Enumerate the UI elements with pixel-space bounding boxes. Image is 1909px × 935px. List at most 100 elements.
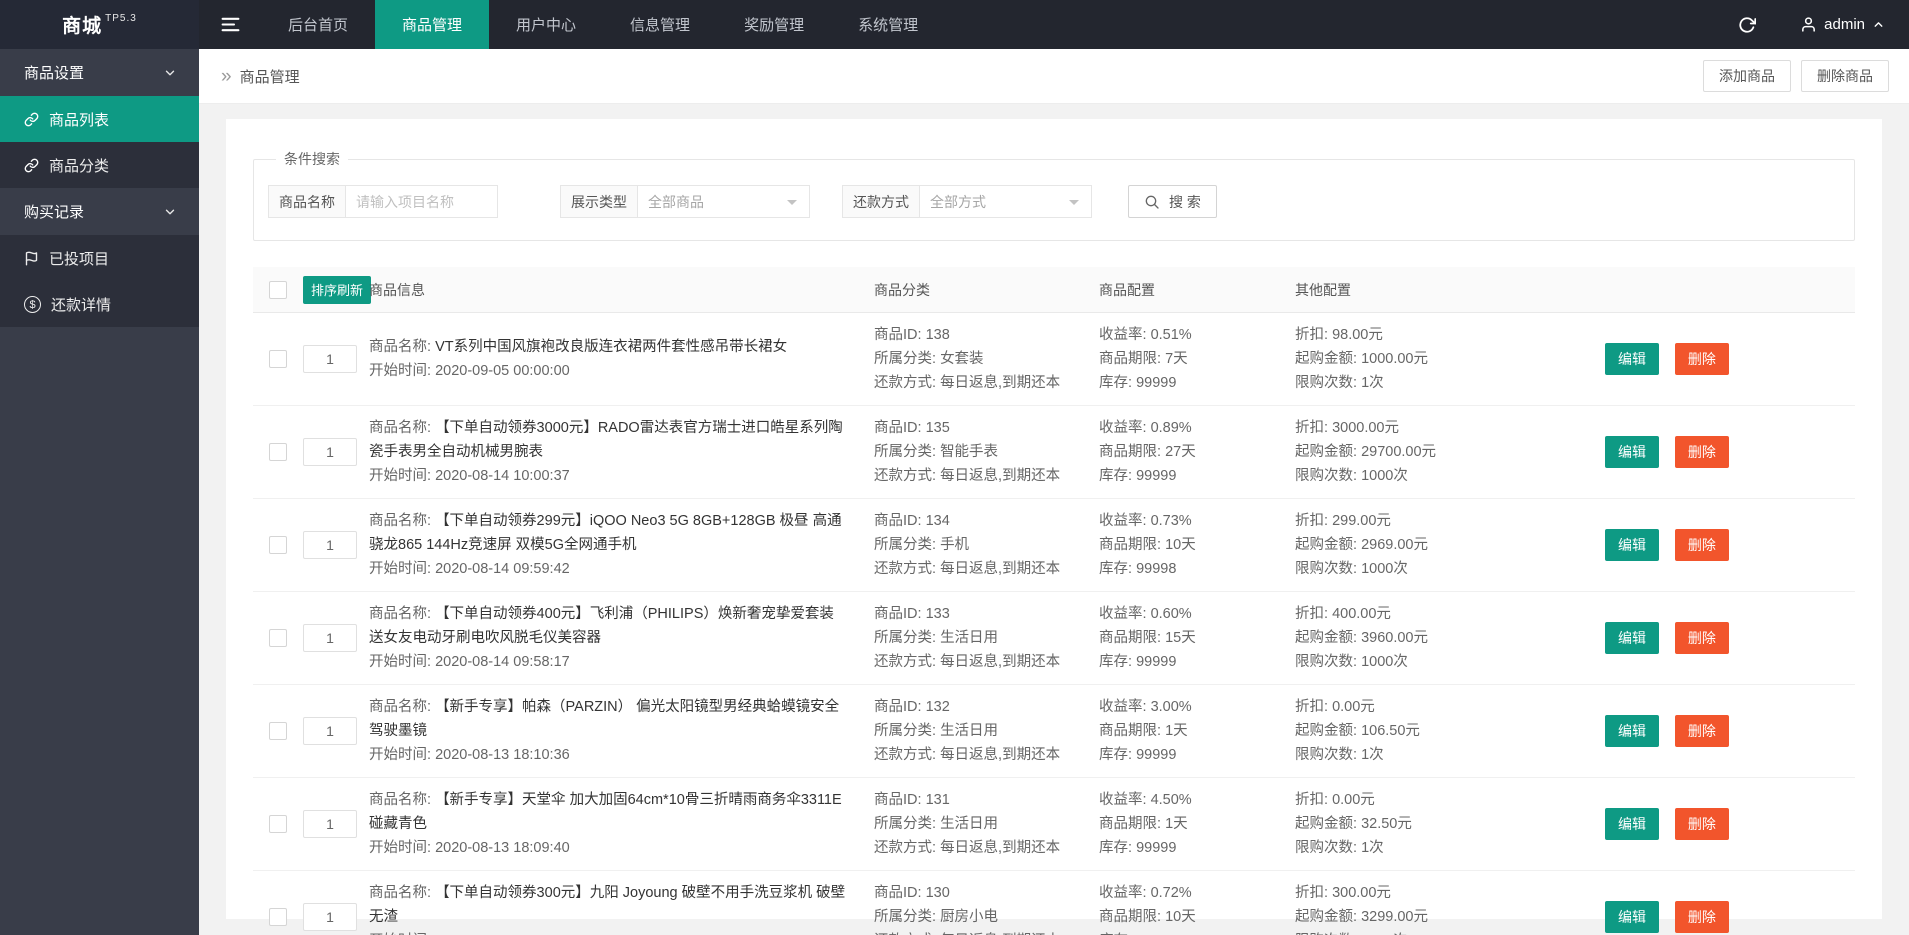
app-logo-title: 商城 <box>62 11 102 38</box>
delete-button[interactable]: 删除 <box>1675 343 1729 375</box>
search-legend: 条件搜索 <box>276 149 348 169</box>
table-row: 商品名称: VT系列中国风旗袍改良版连衣裙两件套性感吊带长裙女 开始时间: 20… <box>253 313 1855 406</box>
product-table: 排序刷新 商品信息 商品分类 商品配置 其他配置 商品名称: VT系列中国风旗袍… <box>253 267 1855 935</box>
display-type-label: 展示类型 <box>560 185 638 218</box>
app-logo: 商城 TP5.3 <box>0 0 199 49</box>
sidebar-group-header[interactable]: 商品设置 <box>0 49 199 96</box>
sort-order-input[interactable] <box>303 903 357 931</box>
sort-order-input[interactable] <box>303 345 357 373</box>
column-header-other: 其他配置 <box>1295 280 1605 300</box>
sidebar-item-label: 还款详情 <box>51 294 111 315</box>
column-header-config: 商品配置 <box>1099 280 1295 300</box>
product-name-group: 商品名称 <box>268 185 498 218</box>
row-checkbox[interactable] <box>269 536 287 554</box>
chevron-down-icon <box>163 66 177 80</box>
sidebar-item-label: 商品列表 <box>49 109 109 130</box>
repay-type-value: 全部方式 <box>930 192 986 212</box>
content-card: 条件搜索 商品名称 展示类型 全部商品 <box>226 119 1882 919</box>
edit-button[interactable]: 编辑 <box>1605 808 1659 840</box>
sidebar-group-header[interactable]: 购买记录 <box>0 188 199 235</box>
edit-button[interactable]: 编辑 <box>1605 715 1659 747</box>
flag-icon <box>24 251 39 266</box>
row-checkbox[interactable] <box>269 722 287 740</box>
breadcrumb-caret-icon: » <box>221 67 232 86</box>
sidebar: 商品设置商品列表商品分类购买记录已投项目 $ 还款详情 <box>0 49 199 935</box>
breadcrumb: 商品管理 <box>240 66 300 87</box>
display-type-group: 展示类型 全部商品 <box>560 185 810 218</box>
nav-tab[interactable]: 信息管理 <box>603 0 717 49</box>
display-type-select[interactable]: 全部商品 <box>638 185 810 218</box>
search-icon <box>1144 194 1160 210</box>
admin-app: 商城 TP5.3 后台首页商品管理用户中心信息管理奖励管理系统管理 admin … <box>0 0 1909 935</box>
sidebar-item[interactable]: 商品分类 <box>0 142 199 188</box>
edit-button[interactable]: 编辑 <box>1605 529 1659 561</box>
table-row: 商品名称: 【新手专享】天堂伞 加大加固64cm*10骨三折晴雨商务伞3311E… <box>253 778 1855 871</box>
nav-tab[interactable]: 用户中心 <box>489 0 603 49</box>
topbar-right: admin <box>1718 0 1909 49</box>
refresh-icon <box>1738 16 1756 34</box>
link-icon <box>24 158 39 173</box>
repay-type-group: 还款方式 全部方式 <box>842 185 1092 218</box>
edit-button[interactable]: 编辑 <box>1605 436 1659 468</box>
sort-order-input[interactable] <box>303 810 357 838</box>
sort-order-input[interactable] <box>303 624 357 652</box>
sidebar-item-label: 已投项目 <box>49 248 109 269</box>
sidebar-item[interactable]: 商品列表 <box>0 96 199 142</box>
dollar-circle-icon: $ <box>24 295 41 314</box>
sort-order-input[interactable] <box>303 717 357 745</box>
nav-tab[interactable]: 后台首页 <box>261 0 375 49</box>
sidebar-toggle-button[interactable] <box>199 0 261 49</box>
sidebar-item-label: 商品分类 <box>49 155 109 176</box>
breadcrumb-actions: 添加商品 删除商品 <box>1703 60 1889 92</box>
edit-button[interactable]: 编辑 <box>1605 622 1659 654</box>
chevron-down-icon <box>1069 200 1079 210</box>
row-checkbox[interactable] <box>269 629 287 647</box>
delete-button[interactable]: 删除 <box>1675 901 1729 933</box>
nav-tab[interactable]: 商品管理 <box>375 0 489 49</box>
refresh-button[interactable] <box>1718 0 1776 49</box>
sidebar-item[interactable]: 已投项目 <box>0 235 199 281</box>
sidebar-item[interactable]: $ 还款详情 <box>0 281 199 327</box>
column-header-category: 商品分类 <box>874 280 1099 300</box>
add-product-button[interactable]: 添加商品 <box>1703 60 1791 92</box>
table-row: 商品名称: 【下单自动领券300元】九阳 Joyoung 破壁不用手洗豆浆机 破… <box>253 871 1855 935</box>
link-icon <box>24 112 39 127</box>
sort-order-input[interactable] <box>303 438 357 466</box>
column-header-product-info: 商品信息 <box>369 280 874 300</box>
user-icon <box>1800 16 1817 33</box>
delete-button[interactable]: 删除 <box>1675 622 1729 654</box>
table-row: 商品名称: 【下单自动领券299元】iQOO Neo3 5G 8GB+128GB… <box>253 499 1855 592</box>
delete-button[interactable]: 删除 <box>1675 436 1729 468</box>
delete-button[interactable]: 删除 <box>1675 529 1729 561</box>
breadcrumb-bar: » 商品管理 添加商品 删除商品 <box>199 49 1909 104</box>
nav-tab[interactable]: 系统管理 <box>831 0 945 49</box>
select-all-checkbox[interactable] <box>269 281 287 299</box>
delete-product-button[interactable]: 删除商品 <box>1801 60 1889 92</box>
app-logo-version: TP5.3 <box>105 13 137 24</box>
sort-order-input[interactable] <box>303 531 357 559</box>
search-row: 商品名称 展示类型 全部商品 还款方式 <box>268 185 1840 218</box>
top-nav: 后台首页商品管理用户中心信息管理奖励管理系统管理 <box>261 0 945 49</box>
sidebar-group-label: 商品设置 <box>24 62 84 83</box>
delete-button[interactable]: 删除 <box>1675 715 1729 747</box>
user-menu[interactable]: admin <box>1776 0 1909 49</box>
row-checkbox[interactable] <box>269 908 287 926</box>
search-button[interactable]: 搜 索 <box>1128 185 1217 218</box>
chevron-down-icon <box>163 205 177 219</box>
nav-tab[interactable]: 奖励管理 <box>717 0 831 49</box>
chevron-down-icon <box>787 200 797 210</box>
edit-button[interactable]: 编辑 <box>1605 343 1659 375</box>
edit-button[interactable]: 编辑 <box>1605 901 1659 933</box>
row-checkbox[interactable] <box>269 443 287 461</box>
row-checkbox[interactable] <box>269 815 287 833</box>
sort-refresh-button[interactable]: 排序刷新 <box>303 276 371 304</box>
product-name-input[interactable] <box>346 185 498 218</box>
sidebar-group-label: 购买记录 <box>24 201 84 222</box>
table-header-row: 排序刷新 商品信息 商品分类 商品配置 其他配置 <box>253 267 1855 313</box>
repay-type-select[interactable]: 全部方式 <box>920 185 1092 218</box>
delete-button[interactable]: 删除 <box>1675 808 1729 840</box>
search-fieldset: 条件搜索 商品名称 展示类型 全部商品 <box>253 149 1855 241</box>
table-body: 商品名称: VT系列中国风旗袍改良版连衣裙两件套性感吊带长裙女 开始时间: 20… <box>253 313 1855 935</box>
row-checkbox[interactable] <box>269 350 287 368</box>
chevron-up-icon <box>1872 18 1885 31</box>
